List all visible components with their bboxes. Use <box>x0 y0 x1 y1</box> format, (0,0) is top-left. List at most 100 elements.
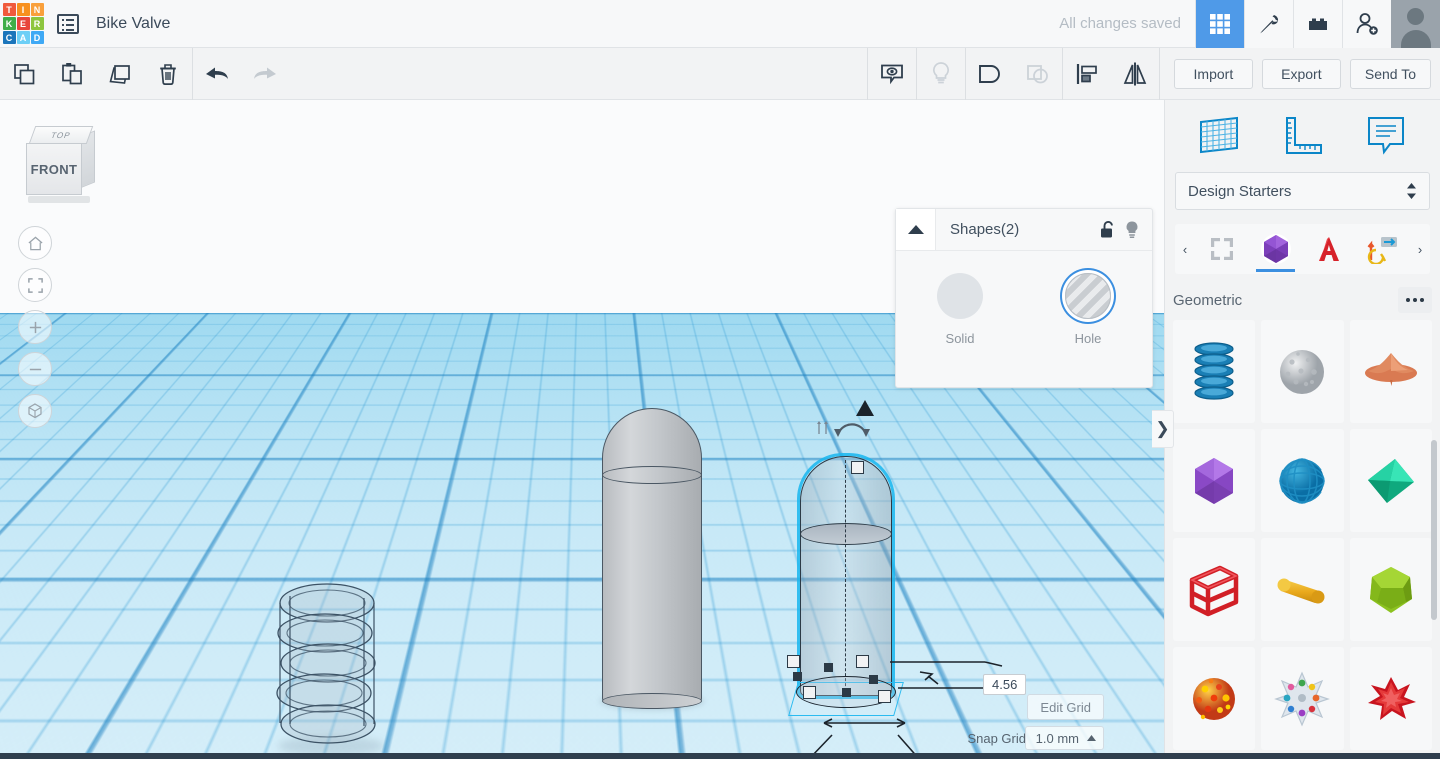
mirror-button[interactable] <box>1111 48 1159 100</box>
paste-button[interactable] <box>48 48 96 100</box>
duplicate-button[interactable] <box>96 48 144 100</box>
shape-spring[interactable] <box>1173 320 1256 423</box>
lock-toggle-button[interactable] <box>1092 209 1122 250</box>
grid-view-button[interactable] <box>1195 0 1244 48</box>
plus-icon <box>29 321 41 333</box>
tinkercad-logo[interactable]: TIN KER CAD <box>0 0 46 48</box>
logo-letter-k: K <box>2 17 16 30</box>
bullet-base <box>602 693 702 709</box>
shape-octahedron[interactable] <box>1349 429 1432 532</box>
sidebar-tool-icons <box>1165 100 1440 172</box>
zoom-out-button[interactable] <box>18 352 52 386</box>
top-scale-handle[interactable] <box>851 461 864 474</box>
shape-wireframe-cube[interactable] <box>1173 538 1256 641</box>
width-dimension-label[interactable]: 4.56 <box>983 674 1027 695</box>
dashboard-list-icon[interactable] <box>46 0 90 48</box>
group-button[interactable] <box>966 48 1014 100</box>
more-dots-icon <box>1406 298 1410 302</box>
shape-rough-sphere[interactable] <box>1261 320 1344 423</box>
shapes-panel-collapse-button[interactable] <box>896 209 936 250</box>
edit-grid-button[interactable]: Edit Grid <box>1027 694 1104 720</box>
speckled-sphere-thumb-icon <box>1193 677 1236 720</box>
snap-grid-dropdown[interactable]: 1.0 mm <box>1024 726 1104 750</box>
shape-spinning-top[interactable] <box>1349 320 1432 423</box>
library-select[interactable]: Design Starters <box>1175 172 1430 210</box>
workplane-button[interactable] <box>1193 110 1245 162</box>
shape-gem-star[interactable] <box>1261 647 1344 750</box>
notes-button[interactable] <box>1360 110 1412 162</box>
3d-viewport[interactable]: TOP FRONT 4.56 Edit Grid Snap Grid 1.0 m… <box>0 100 1164 759</box>
view-cube-top-face[interactable]: TOP <box>28 126 94 144</box>
notes-icon <box>1368 117 1405 155</box>
capsule-thumb-icon <box>1277 578 1325 603</box>
logo-letter-i: I <box>16 3 30 16</box>
bullet-solid-object[interactable] <box>598 408 706 709</box>
copy-button[interactable] <box>0 48 48 100</box>
category-prev-arrow[interactable]: ‹ <box>1175 224 1195 274</box>
import-button[interactable]: Import <box>1173 58 1253 89</box>
send-to-button[interactable]: Send To <box>1349 58 1431 89</box>
section-menu-button[interactable] <box>1398 287 1432 313</box>
trash-icon <box>160 63 176 85</box>
spring-hole-object[interactable] <box>272 578 382 756</box>
category-basic-shapes[interactable] <box>1249 224 1303 274</box>
avatar[interactable] <box>1391 0 1440 48</box>
dashed-square-icon <box>1210 238 1233 260</box>
fit-brackets-icon <box>27 277 43 293</box>
highlight-button[interactable] <box>917 48 965 100</box>
shapes-panel-title: Shapes(2) <box>950 221 1020 238</box>
bottom-status-bar <box>0 753 1440 759</box>
show-hide-button[interactable] <box>868 48 916 100</box>
undo-button[interactable] <box>193 48 241 100</box>
delete-button[interactable] <box>144 48 192 100</box>
eye-tag-icon <box>880 64 903 84</box>
dodecahedron-thumb-icon <box>1369 566 1412 613</box>
home-view-button[interactable] <box>18 226 52 260</box>
shapes-panel-header: Shapes(2) <box>896 209 1152 251</box>
ungroup-button[interactable] <box>1014 48 1062 100</box>
solid-option[interactable]: Solid <box>937 273 983 346</box>
workplane-icon <box>1199 116 1238 154</box>
ruler-button[interactable] <box>1276 110 1328 162</box>
export-button[interactable]: Export <box>1261 58 1341 89</box>
sidebar-scrollbar[interactable] <box>1431 440 1437 620</box>
category-text-numbers[interactable] <box>1303 224 1357 274</box>
rotate-handle-icon[interactable] <box>832 416 872 438</box>
lightbulb-icon <box>932 61 949 83</box>
invite-button[interactable] <box>1342 0 1391 48</box>
grid-icon <box>1210 13 1230 34</box>
shape-speckled-sphere[interactable] <box>1173 647 1256 750</box>
jagged-cluster-thumb-icon <box>1367 676 1416 720</box>
file-actions: Import Export Send To <box>1160 58 1440 89</box>
category-next-arrow[interactable]: › <box>1410 224 1430 274</box>
ortho-toggle-button[interactable] <box>18 394 52 428</box>
library-select-value: Design Starters <box>1188 182 1292 200</box>
category-all-shapes[interactable] <box>1195 224 1249 274</box>
logo-letter-e: E <box>16 17 30 30</box>
gem-star-thumb-icon <box>1274 670 1331 727</box>
height-handle-cone-icon[interactable] <box>856 400 874 416</box>
zoom-in-button[interactable] <box>18 310 52 344</box>
solid-swatch <box>937 273 983 319</box>
visibility-toggle-button[interactable] <box>1122 209 1152 250</box>
shape-jagged-cluster[interactable] <box>1349 647 1432 750</box>
rough-sphere-thumb-icon <box>1280 349 1325 394</box>
small-move-arrows-icon[interactable] <box>816 420 830 436</box>
view-cube-front-face[interactable]: FRONT <box>26 143 82 195</box>
align-icon <box>1076 63 1097 84</box>
shape-dodecahedron[interactable] <box>1349 538 1432 641</box>
blocks-button[interactable] <box>1293 0 1342 48</box>
hole-option[interactable]: Hole <box>1065 273 1111 346</box>
view-cube[interactable]: TOP FRONT <box>26 126 98 208</box>
sidebar-collapse-tab[interactable]: ❯ <box>1152 410 1174 448</box>
codeblocks-button[interactable] <box>1244 0 1293 48</box>
align-button[interactable] <box>1063 48 1111 100</box>
shape-woven-sphere[interactable] <box>1261 429 1344 532</box>
shape-capsule[interactable] <box>1261 538 1344 641</box>
shape-icosahedron[interactable] <box>1173 429 1256 532</box>
spring-thumb-icon <box>1194 341 1234 400</box>
category-connectors[interactable] <box>1356 224 1410 274</box>
clipboard-tools <box>0 48 192 100</box>
redo-button[interactable] <box>241 48 289 100</box>
fit-view-button[interactable] <box>18 268 52 302</box>
